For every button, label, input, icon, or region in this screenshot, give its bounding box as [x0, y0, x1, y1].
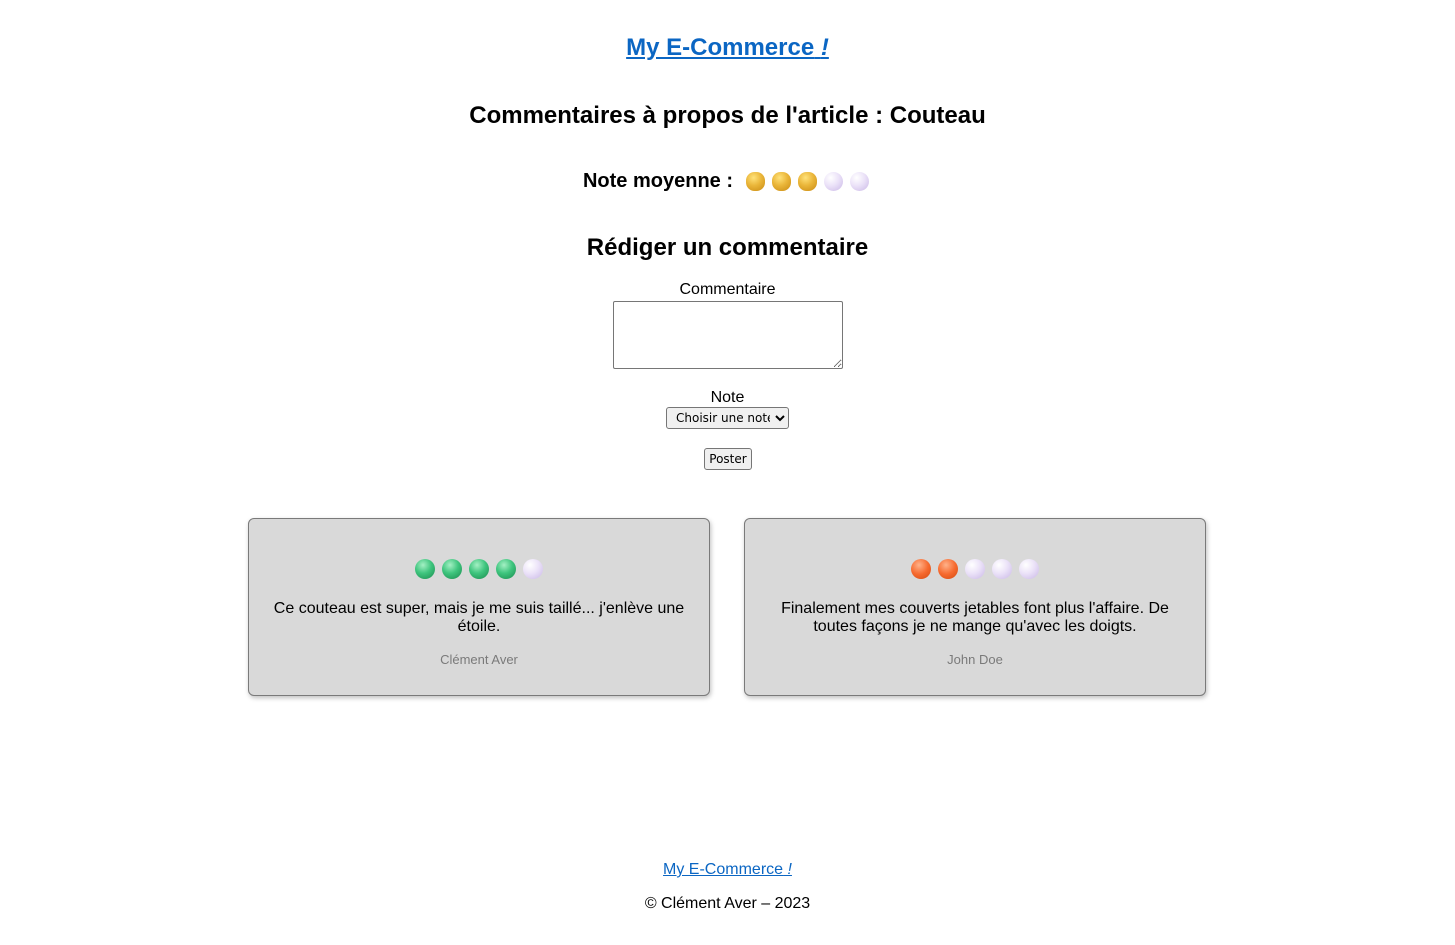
post-button[interactable]: Poster: [704, 448, 752, 470]
rating-ball-empty-icon: [523, 559, 543, 579]
rating-ball-empty-icon: [992, 559, 1012, 579]
comment-text: Finalement mes couverts jetables font pl…: [781, 600, 1169, 635]
comment-card: Ce couteau est super, mais je me suis ta…: [248, 518, 710, 696]
rating-ball-icon: [938, 559, 958, 579]
comment-author: John Doe: [947, 652, 1003, 667]
rating-ball-icon: [496, 559, 516, 579]
page: My E-Commerce ! Commentaires à propos de…: [0, 0, 1455, 945]
footer-site-name: My E-Commerce: [663, 861, 784, 878]
rating-ball-empty-icon: [849, 172, 869, 191]
comment-author: Clément Aver: [440, 652, 518, 667]
article-heading: Commentaires à propos de l'article : Cou…: [469, 102, 986, 129]
rating-ball-icon: [797, 172, 817, 191]
comment-textarea[interactable]: [613, 301, 843, 369]
rating-ball-icon: [469, 559, 489, 579]
site-title-text: My E-Commerce: [626, 34, 815, 61]
rating-ball-empty-icon: [965, 559, 985, 579]
comment-rating-stars: [249, 559, 709, 579]
site-title-link[interactable]: My E-Commerce !: [626, 34, 829, 61]
rating-ball-icon: [442, 559, 462, 579]
footer-site-suffix: !: [787, 861, 792, 878]
write-comment-heading: Rédiger un commentaire: [586, 234, 869, 261]
rating-ball-icon: [415, 559, 435, 579]
rating-ball-icon: [745, 172, 765, 191]
comment-text: Ce couteau est super, mais je me suis ta…: [273, 600, 685, 635]
comment-card: Finalement mes couverts jetables font pl…: [744, 518, 1206, 696]
footer-site-link-wrapper: My E-Commerce !: [0, 861, 1455, 879]
average-rating-stars: [742, 172, 872, 191]
rating-ball-icon: [911, 559, 931, 579]
rating-ball-empty-icon: [823, 172, 843, 191]
site-title-suffix: !: [820, 34, 829, 61]
average-rating-label: Note moyenne :: [582, 170, 734, 192]
comment-label: Commentaire: [679, 281, 776, 298]
copyright: © Clément Aver – 2023: [644, 895, 811, 912]
comment-rating-stars: [745, 559, 1205, 579]
footer-site-link[interactable]: My E-Commerce !: [663, 861, 792, 878]
rating-ball-icon: [771, 172, 791, 191]
rating-ball-empty-icon: [1019, 559, 1039, 579]
site-title: My E-Commerce !: [0, 34, 1455, 62]
note-select[interactable]: Choisir une note: [666, 407, 789, 429]
average-rating: Note moyenne :: [0, 170, 1455, 193]
note-label: Note: [710, 389, 745, 406]
